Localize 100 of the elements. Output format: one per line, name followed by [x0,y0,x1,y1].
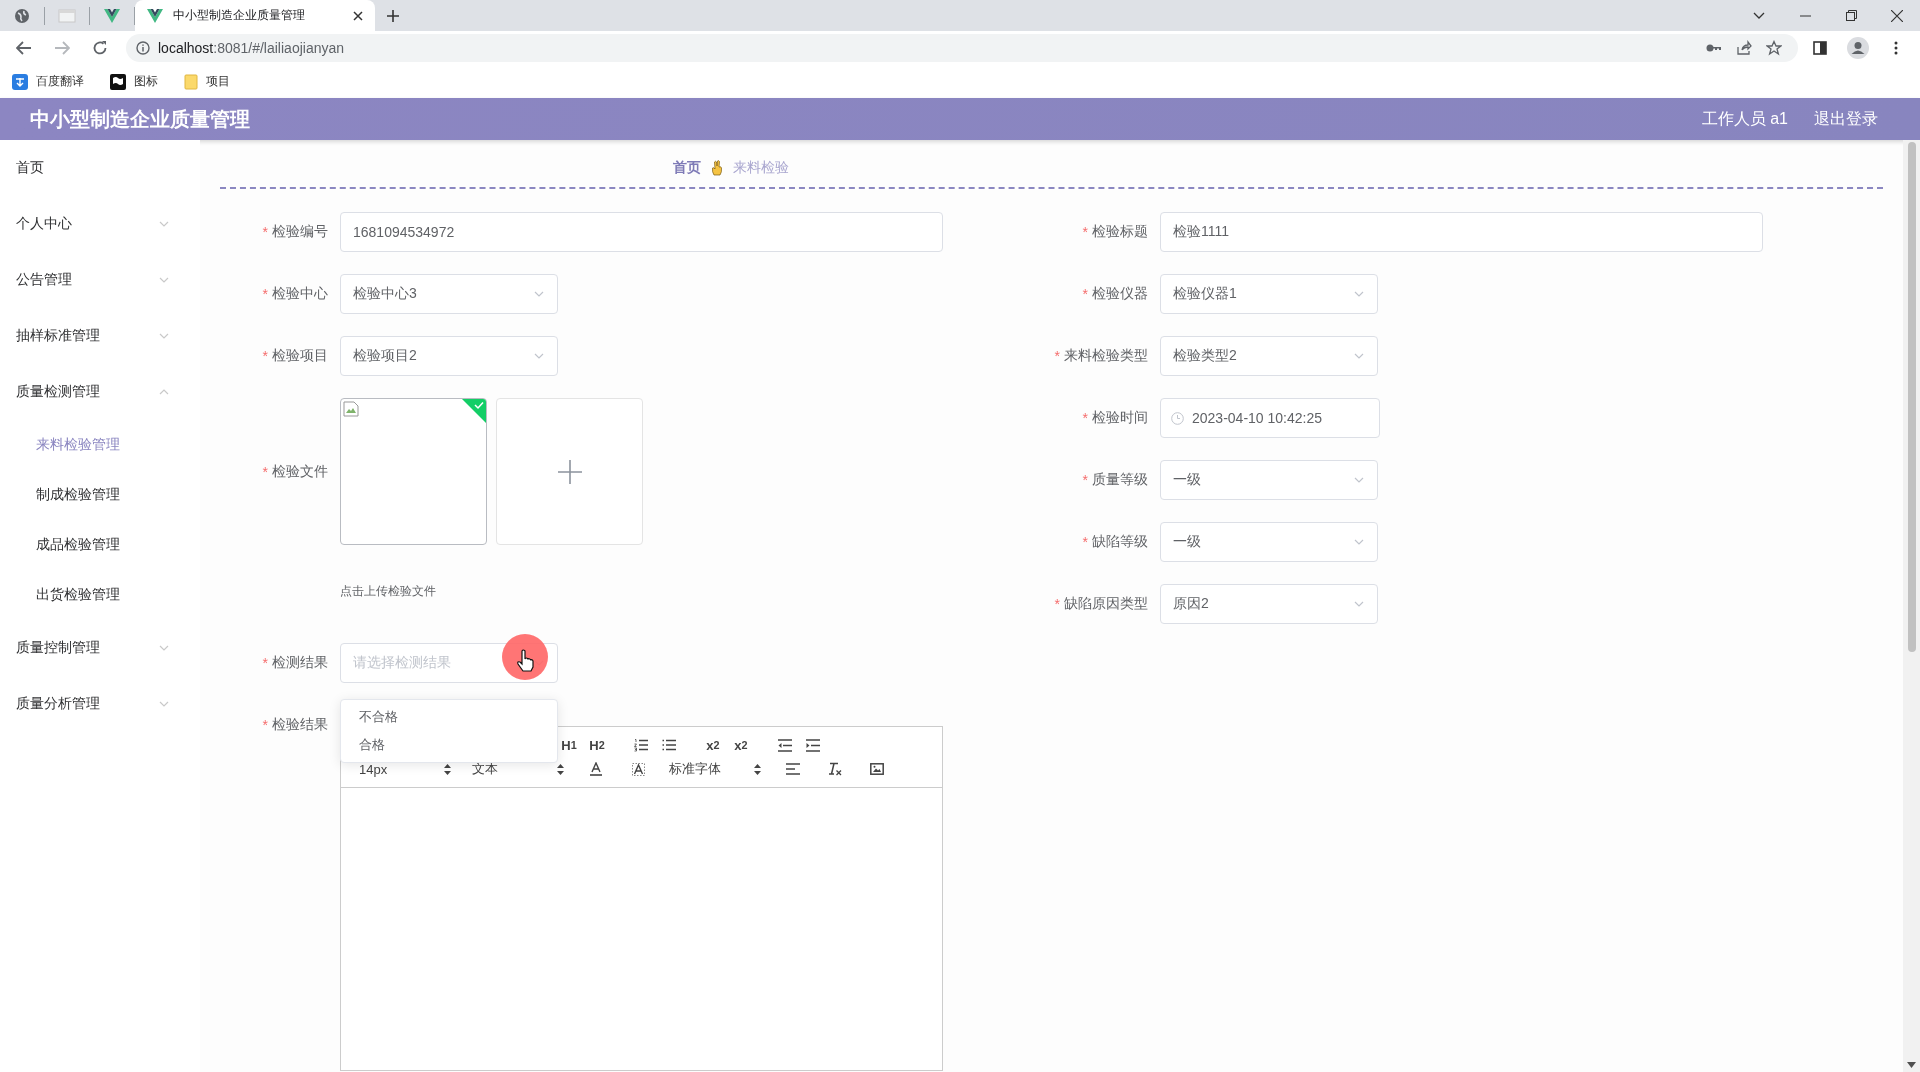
menu-group[interactable]: 抽样标准管理 [16,327,100,345]
info-icon[interactable] [136,41,150,55]
select-field[interactable]: 一级 [1160,522,1378,562]
image-icon[interactable] [870,763,884,775]
sort-arrows-icon [557,763,564,775]
required-mark: * [262,463,268,480]
required-mark: * [1082,224,1088,240]
toolbar-select[interactable]: 标准字体 [659,760,767,778]
field-label: 检验仪器 [1092,285,1148,303]
field-label: 检验时间 [1092,409,1148,427]
select-field[interactable]: 原因2 [1160,584,1378,624]
date-time-field[interactable]: 2023-04-10 10:42:25 [1160,398,1380,438]
click-indicator-tooltip [501,633,549,681]
menu-group[interactable]: 质量控制管理 [16,639,100,657]
text-field[interactable]: 1681094534972 [340,212,943,252]
dropdown-option[interactable]: 不合格 [341,703,557,731]
select-field[interactable]: 检验类型2 [1160,336,1378,376]
vue-logo-icon [104,8,120,23]
field-label: 检验结果 [272,716,328,734]
required-mark: * [262,717,268,733]
sort-arrows-icon [754,763,761,775]
field-label: 质量等级 [1092,471,1148,489]
toolbar-select[interactable]: 14px [349,761,457,777]
align-left-icon[interactable] [786,763,800,775]
folder-icon [184,73,198,90]
vue-logo-icon [147,8,163,23]
outdent-icon[interactable] [778,738,792,752]
profile-icon[interactable] [1847,37,1869,59]
select-field[interactable]: 检验项目2 [340,336,558,376]
field-label: 检验中心 [272,285,328,303]
required-mark: * [262,655,268,671]
close-icon[interactable] [1891,9,1903,22]
text-field[interactable]: 检验1111 [1160,212,1763,252]
bookmark[interactable]: 图标 [106,71,162,92]
breadcrumb-link[interactable]: 首页 [673,158,701,177]
select-field[interactable]: 检验中心3 [340,274,558,314]
required-mark: * [262,224,268,240]
globe-icon [14,7,30,24]
menu-item[interactable]: 首页 [16,159,44,177]
text-color-icon[interactable] [590,762,602,776]
submenu-item[interactable]: 成品检验管理 [36,536,120,554]
submenu-item[interactable]: 制成检验管理 [36,486,120,504]
required-mark: * [1054,596,1060,612]
user-name: 工作人员 a1 [1701,108,1788,129]
hand-icon [711,159,723,176]
broken-image-icon [343,401,359,417]
submenu-item[interactable]: 出货检验管理 [36,586,120,604]
required-mark: * [1082,286,1088,302]
sort-arrows-icon [444,763,451,775]
share-icon[interactable] [1736,40,1752,56]
required-mark: * [262,348,268,364]
menu-group[interactable]: 质量分析管理 [16,695,100,713]
required-mark: * [1082,534,1088,550]
key-icon[interactable] [1706,43,1722,53]
app-title: 中小型制造企业质量管理 [30,106,250,132]
required-mark: * [1082,472,1088,488]
field-label: 缺陷原因类型 [1064,595,1148,613]
back-icon[interactable] [16,41,32,55]
address-bar[interactable]: localhost:8081/#/lailiaojianyan [126,34,1798,62]
required-mark: * [1082,410,1088,426]
clear-format-icon[interactable] [828,762,842,776]
more-menu-icon[interactable] [1894,41,1898,55]
reload-icon[interactable] [92,40,108,56]
indent-icon[interactable] [806,738,820,752]
minimize-icon[interactable] [1799,14,1811,17]
close-icon[interactable] [353,10,363,21]
field-label: 缺陷等级 [1092,533,1148,551]
highlight-icon[interactable] [631,762,645,776]
clock-icon [1171,411,1184,425]
toolbar-select[interactable]: 文本 [462,760,570,778]
plus-icon [557,459,582,484]
menu-group[interactable]: 公告管理 [16,271,72,289]
dropdown-option[interactable]: 合格 [341,731,557,759]
new-tab-icon[interactable] [387,9,399,22]
required-mark: * [262,286,268,302]
submenu-item[interactable]: 来料检验管理 [36,436,120,454]
scroll-down-icon[interactable] [1907,1062,1916,1068]
field-label: 检验标题 [1092,223,1148,241]
required-mark: * [1054,348,1060,364]
field-label: 来料检验类型 [1064,347,1148,365]
browser-tab[interactable]: 中小型制造企业质量管理 [135,0,375,31]
side-panel-icon[interactable] [1813,41,1827,55]
menu-group[interactable]: 个人中心 [16,215,72,233]
restore-icon[interactable] [1845,10,1857,21]
select-field[interactable]: 检验仪器1 [1160,274,1378,314]
field-label: 检验编号 [272,223,328,241]
menu-group[interactable]: 质量检测管理 [16,383,100,401]
scrollbar-thumb[interactable] [1907,142,1916,652]
tab-search-icon[interactable] [1753,11,1765,20]
field-label: 检测结果 [272,654,328,672]
field-label: 检验文件 [272,462,328,481]
select-field[interactable]: 一级 [1160,460,1378,500]
upload-hint: 点击上传检验文件 [340,583,437,599]
bookmark[interactable]: 百度翻译 [8,71,88,92]
bullet-list-icon[interactable] [662,738,676,752]
ordered-list-icon[interactable] [634,738,648,752]
bookmark-star-icon[interactable] [1766,40,1782,56]
bookmark[interactable]: 项目 [180,71,234,92]
flag-icon [110,73,126,90]
translate-icon [12,73,28,90]
